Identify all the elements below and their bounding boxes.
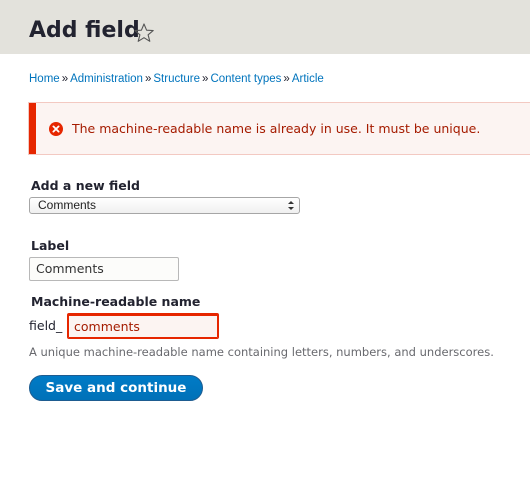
error-message: The machine-readable name is already in …	[28, 102, 530, 155]
breadcrumb-structure[interactable]: Structure	[153, 73, 200, 85]
breadcrumb-article[interactable]: Article	[292, 73, 324, 85]
breadcrumb-separator: »	[61, 73, 69, 85]
error-accent-bar	[29, 103, 36, 154]
add-new-field-select[interactable]: Comments	[29, 197, 300, 214]
page: Add field Home» Administration» Structure»…	[0, 0, 530, 499]
breadcrumb: Home» Administration» Structure» Content ty…	[29, 71, 324, 87]
star-outline-icon[interactable]	[133, 22, 155, 44]
machine-name-input[interactable]: comments	[67, 313, 219, 339]
breadcrumb-home[interactable]: Home	[29, 73, 60, 85]
breadcrumb-content-types[interactable]: Content types	[210, 73, 281, 85]
breadcrumb-separator: »	[144, 73, 152, 85]
breadcrumb-administration[interactable]: Administration	[70, 73, 143, 85]
error-circle-x-icon	[49, 122, 63, 136]
page-header: Add field	[0, 0, 530, 54]
label-input[interactable]: Comments	[29, 257, 179, 281]
select-value: Comments	[38, 198, 97, 212]
error-text: The machine-readable name is already in …	[72, 121, 481, 136]
breadcrumb-separator: »	[202, 73, 209, 85]
machine-name-description: A unique machine-readable name containin…	[29, 345, 494, 359]
breadcrumb-separator: »	[283, 73, 290, 85]
page-title: Add field	[29, 18, 140, 43]
save-and-continue-button[interactable]: Save and continue	[29, 375, 203, 401]
machine-name-prefix: field_	[29, 318, 63, 333]
label-field-label: Label	[31, 238, 70, 253]
select-arrows-icon	[288, 201, 294, 210]
add-new-field-label: Add a new field	[31, 178, 140, 193]
machine-name-label: Machine-readable name	[31, 294, 201, 309]
